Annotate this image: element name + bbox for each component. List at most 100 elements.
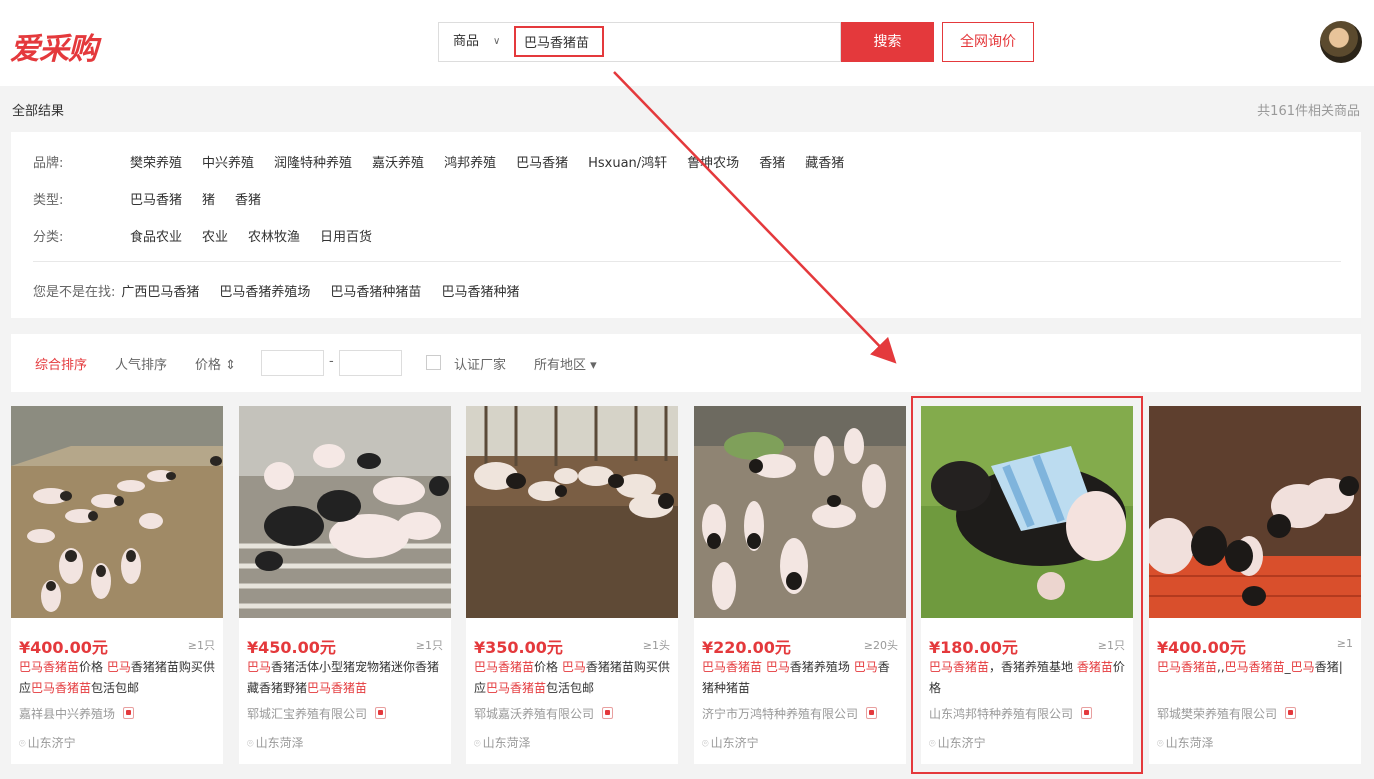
product-image[interactable] [694,406,906,618]
company-label: 郓城樊荣养殖有限公司 [1157,707,1278,721]
filter-option[interactable]: 香猪 [759,152,785,171]
filter-option[interactable]: 鸿邦养殖 [444,152,496,171]
company-name[interactable]: 嘉祥县中兴养殖场 [19,705,135,722]
title-keyword-highlight: 巴马香猪苗 [31,681,92,695]
location: ⌾ 山东菏泽 [474,734,531,751]
product-title[interactable]: 巴马香猪苗，香猪养殖基地 香猪苗价格 [929,657,1125,699]
product-card[interactable]: ¥450.00元 ≥1只 巴马香猪活体小型猪宠物猪迷你香猪藏香猪野猪巴马香猪苗 … [239,406,451,764]
title-text: ,, [1217,660,1225,674]
filter-option[interactable]: 食品农业 [130,226,182,245]
title-text: 包活包邮 [91,681,140,695]
pig-photo [694,406,906,618]
filter-row-type: 类型: 巴马香猪 猪 香猪 [33,188,281,208]
avatar[interactable] [1320,21,1362,63]
title-text: 价格 [79,660,107,674]
company-name[interactable]: 郓城汇宝养殖有限公司 [247,705,387,722]
search-type-select[interactable]: 商品 ∨ [439,23,514,61]
product-image[interactable] [1149,406,1361,618]
pig-photo [1149,406,1361,618]
product-price: ¥220.00元 [702,638,791,657]
product-title[interactable]: 巴马香猪苗 巴马香猪养殖场 巴马香猪种猪苗 [702,657,898,699]
all-results-label: 全部结果 [12,104,65,119]
product-title[interactable]: 巴马香猪苗价格 巴马香猪猪苗购买供应巴马香猪苗包活包邮 [19,657,215,699]
verified-badge-icon [375,707,387,719]
company-name[interactable]: 济宁市万鸿特种养殖有限公司 [702,705,878,722]
product-min-qty: ≥1头 [642,639,670,652]
product-min-qty: ≥1只 [187,639,215,652]
price-range-dash: - [329,354,334,369]
location: ⌾ 山东济宁 [19,734,76,751]
company-name[interactable]: 郓城樊荣养殖有限公司 [1157,705,1297,722]
title-text: 包活包邮 [546,681,595,695]
filter-option[interactable]: 樊荣养殖 [130,152,182,171]
location-label: 山东济宁 [27,736,76,750]
product-card[interactable]: ¥220.00元 ≥20头 巴马香猪苗 巴马香猪养殖场 巴马香猪种猪苗 济宁市万… [694,406,906,764]
product-card[interactable]: ¥350.00元 ≥1头 巴马香猪苗价格 巴马香猪猪苗购买供应巴马香猪苗包活包邮… [466,406,678,764]
filter-option[interactable]: 农业 [202,226,228,245]
filter-option[interactable]: Hsxuan/鸿轩 [588,152,667,171]
filter-option[interactable]: 农林牧渔 [248,226,300,245]
filter-option[interactable]: 日用百货 [320,226,372,245]
site-logo[interactable]: 爱采购 [10,24,98,68]
product-image[interactable] [239,406,451,618]
suggest-option[interactable]: 广西巴马香猪 [121,281,199,300]
company-name[interactable]: 郓城嘉沃养殖有限公司 [474,705,614,722]
title-keyword-highlight: 巴马香猪苗 [307,681,368,695]
filter-option[interactable]: 嘉沃养殖 [372,152,424,171]
location-pin-icon: ⌾ [19,737,26,750]
pig-photo [466,406,678,618]
sort-comprehensive[interactable]: 综合排序 [35,354,87,373]
product-card[interactable]: ¥400.00元 ≥1 巴马香猪苗,,巴马香猪苗_巴马香猪| 郓城樊荣养殖有限公… [1149,406,1361,764]
product-image[interactable] [921,406,1133,618]
certified-checkbox[interactable] [426,355,441,370]
title-keyword-highlight: 香猪苗 [1076,660,1113,674]
product-title[interactable]: 巴马香猪苗,,巴马香猪苗_巴马香猪| [1157,657,1353,699]
product-card[interactable]: ¥400.00元 ≥1只 巴马香猪苗价格 巴马香猪猪苗购买供应巴马香猪苗包活包邮… [11,406,223,764]
price-min-input[interactable] [261,350,324,376]
sort-popularity[interactable]: 人气排序 [115,354,167,373]
suggest-option[interactable]: 巴马香猪种猪苗 [330,281,421,300]
filter-row-category: 分类: 食品农业 农业 农林牧渔 日用百货 [33,225,392,245]
product-title[interactable]: 巴马香猪苗价格 巴马香猪猪苗购买供应巴马香猪苗包活包邮 [474,657,670,699]
product-image[interactable] [466,406,678,618]
top-header: 爱采购 商品 ∨ 搜索 全网询价 [0,0,1374,86]
title-keyword-highlight: 巴马 [765,660,790,674]
filter-option[interactable]: 藏香猪 [805,152,844,171]
verified-badge-icon [123,707,135,719]
filter-option[interactable]: 巴马香猪 [130,189,182,208]
company-label: 郓城嘉沃养殖有限公司 [474,707,595,721]
filter-row-suggest: 您是不是在找: 广西巴马香猪 巴马香猪养殖场 巴马香猪种猪苗 巴马香猪种猪 [33,280,539,300]
title-text: 香猪| [1314,660,1343,674]
location: ⌾ 山东菏泽 [247,734,304,751]
filter-option[interactable]: 鲁坤农场 [687,152,739,171]
location-label: 山东菏泽 [482,736,531,750]
filter-option[interactable]: 猪 [202,189,215,208]
title-text: ，香猪养殖基地 [989,660,1077,674]
filter-label-type: 类型: [33,192,64,208]
price-max-input[interactable] [339,350,402,376]
suggest-option[interactable]: 巴马香猪种猪 [441,281,519,300]
product-title[interactable]: 巴马香猪活体小型猪宠物猪迷你香猪藏香猪野猪巴马香猪苗 [247,657,443,699]
product-price: ¥180.00元 [929,638,1018,657]
product-image[interactable] [11,406,223,618]
filter-option[interactable]: 润隆特种养殖 [274,152,352,171]
filter-option[interactable]: 中兴养殖 [202,152,254,171]
product-min-qty: ≥20头 [863,639,898,652]
region-dropdown[interactable]: 所有地区 ▾ [534,354,597,373]
title-keyword-highlight: 巴马 [247,660,272,674]
product-card-highlighted[interactable]: ¥180.00元 ≥1只 巴马香猪苗，香猪养殖基地 香猪苗价格 山东鸿邦特种养殖… [911,396,1143,774]
filter-option[interactable]: 香猪 [235,189,261,208]
filter-option[interactable]: 巴马香猪 [516,152,568,171]
product-price: ¥350.00元 [474,638,563,657]
search-box: 商品 ∨ [438,22,841,62]
inquiry-button[interactable]: 全网询价 [942,22,1034,62]
company-name[interactable]: 山东鸿邦特种养殖有限公司 [929,705,1093,722]
title-keyword-highlight: 巴马香猪苗 [1157,660,1218,674]
title-keyword-highlight: 巴马 [853,660,878,674]
search-button[interactable]: 搜索 [841,22,934,62]
search-input[interactable] [514,26,604,57]
sort-bar: 综合排序 人气排序 价格 ⇕ - 认证厂家 所有地区 ▾ [11,334,1361,392]
location-pin-icon: ⌾ [247,737,254,750]
suggest-option[interactable]: 巴马香猪养殖场 [219,281,310,300]
sort-price[interactable]: 价格 ⇕ [195,354,236,373]
